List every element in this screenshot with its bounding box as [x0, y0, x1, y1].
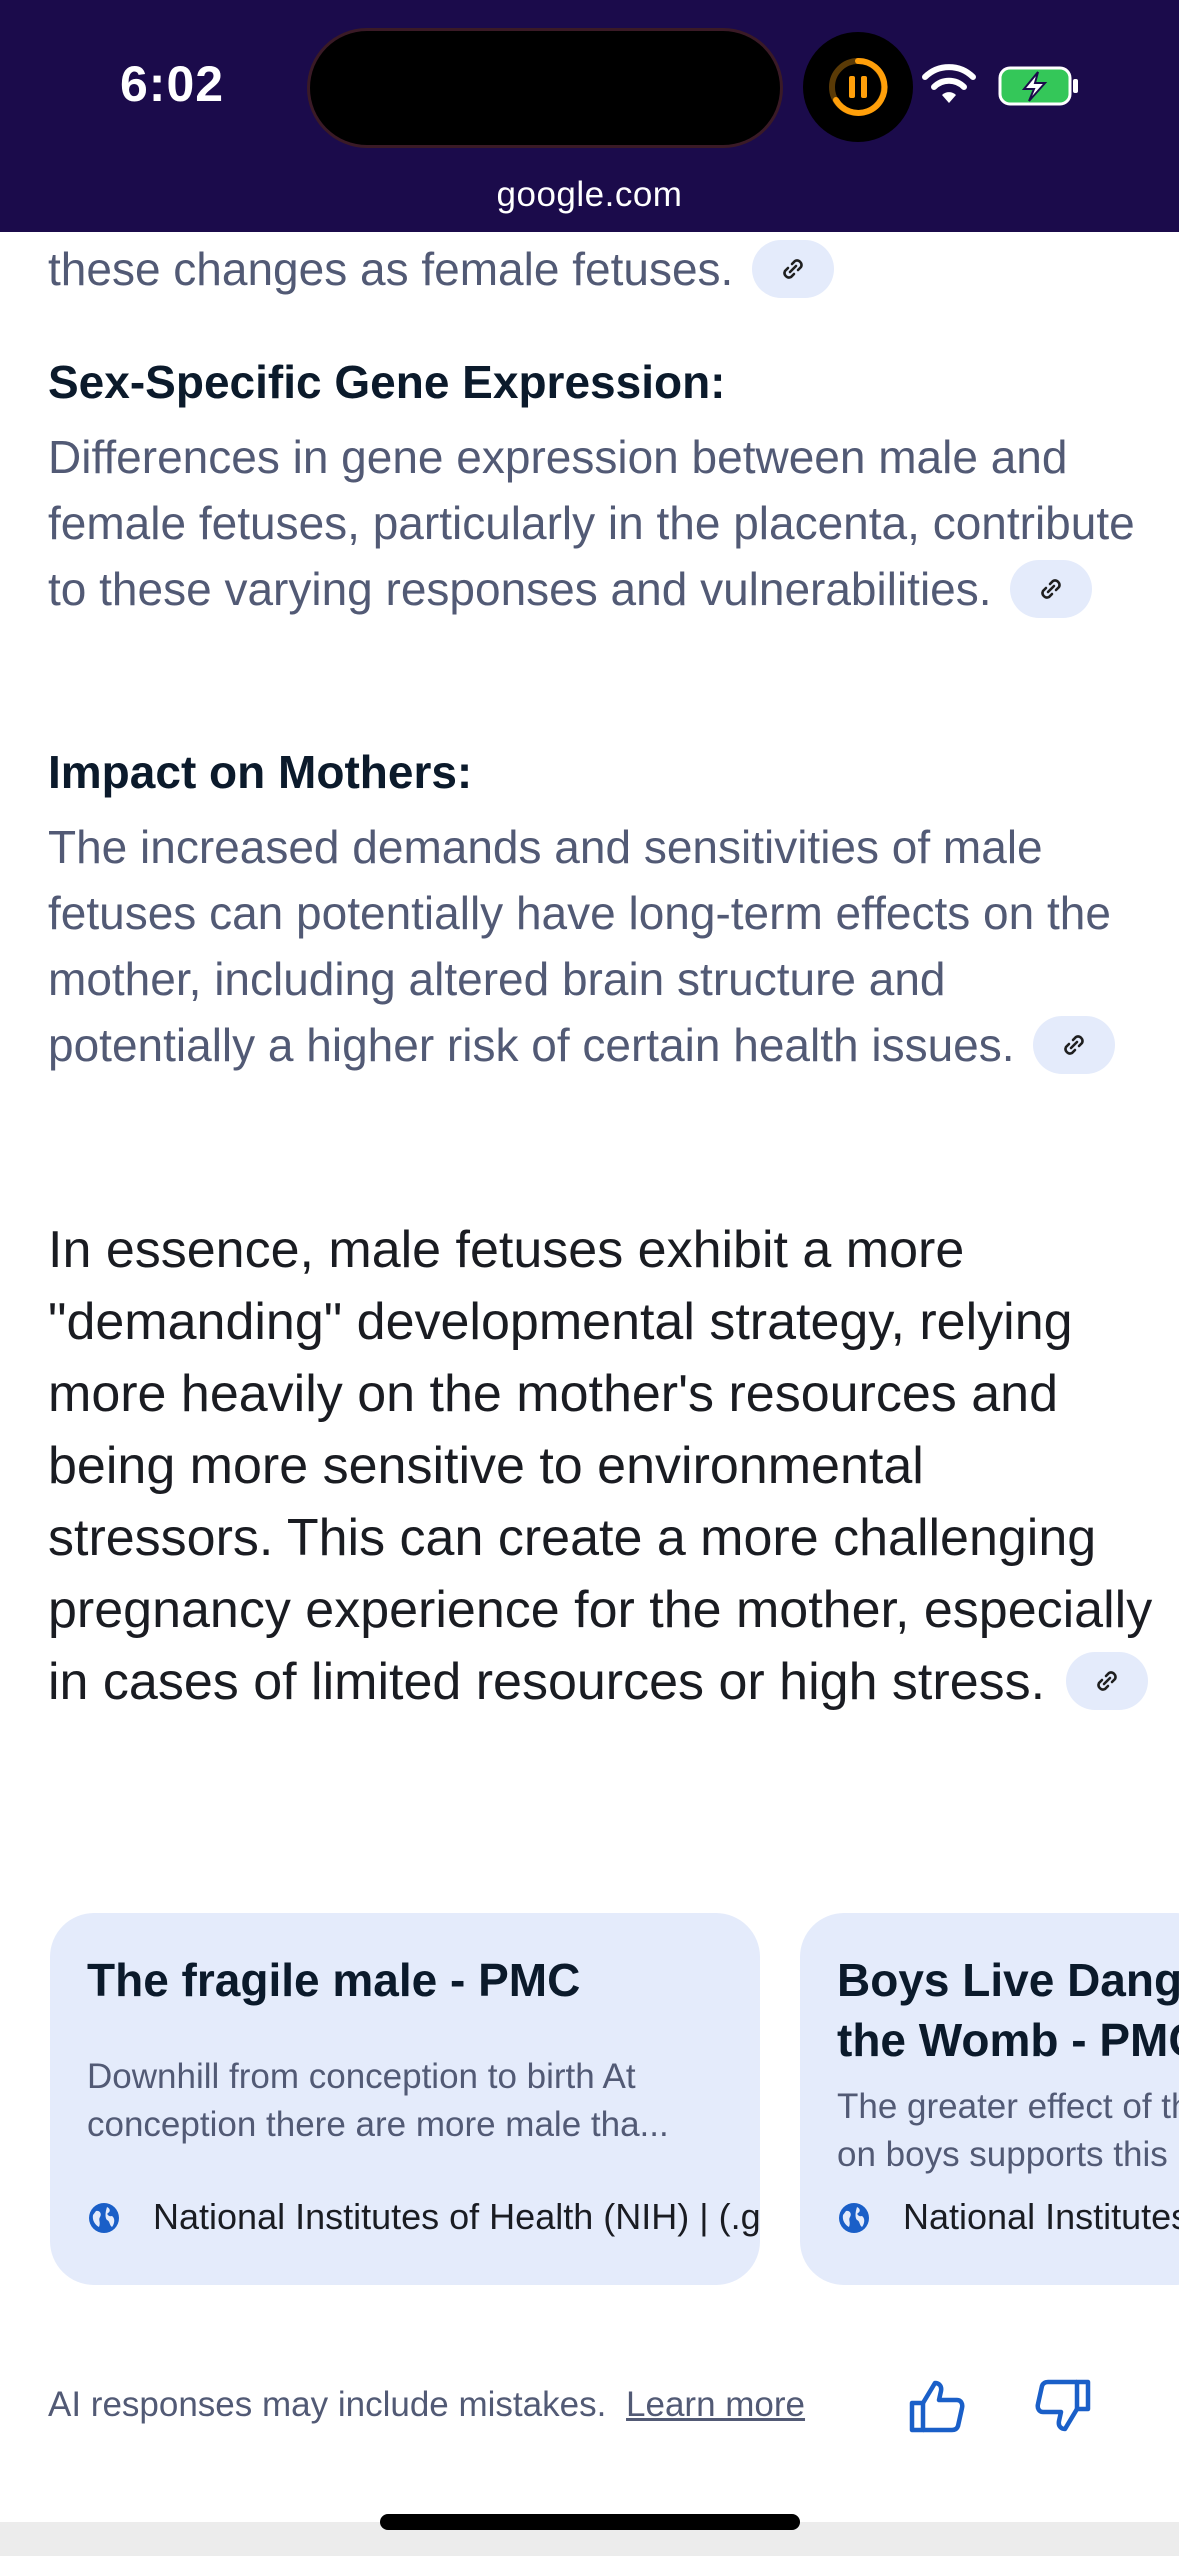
section-heading: Impact on Mothers: — [48, 746, 473, 798]
source-link-chip[interactable] — [1033, 1015, 1116, 1074]
source-card-site: National Institutes of Health (NIH) | (.… — [87, 2195, 760, 2239]
wifi-icon — [922, 64, 976, 103]
source-card-title: The fragile male - PMC — [87, 1954, 581, 2006]
source-card[interactable]: The fragile male - PMC Downhill from con… — [50, 1913, 760, 2285]
section-gene-expression: Sex-Specific Gene Expression: Difference… — [48, 352, 1138, 622]
learn-more-link[interactable]: Learn more — [626, 2385, 805, 2424]
section-body: Differences in gene expression between m… — [48, 424, 1138, 622]
disclaimer-text: AI responses may include mistakes. — [48, 2385, 607, 2424]
ai-disclaimer: AI responses may include mistakes. Learn… — [48, 2380, 805, 2430]
link-icon — [783, 259, 803, 279]
url-label[interactable]: google.com — [0, 175, 1179, 215]
partial-paragraph: these changes as female fetuses. — [48, 236, 835, 302]
globe-icon — [839, 2203, 869, 2233]
summary-paragraph: In essence, male fetuses exhibit a more … — [48, 1214, 1158, 1718]
status-time: 6:02 — [120, 56, 225, 112]
source-card-snippet: Downhill from conception to birth At con… — [87, 2057, 669, 2144]
status-bar: 6:02 google.com — [0, 0, 1179, 232]
home-indicator[interactable] — [380, 2514, 800, 2530]
section-impact-on-mothers: Impact on Mothers: The increased demands… — [48, 742, 1138, 1078]
source-link-chip[interactable] — [1010, 559, 1093, 618]
source-card-snippet: The greater effect of the on boys suppor… — [837, 2087, 1179, 2174]
source-card-title: Boys Live Dangerously in the Womb - PMC — [837, 1954, 1179, 2066]
section-body-text: Differences in gene expression between m… — [48, 431, 1135, 615]
battery-charging-icon — [998, 66, 1078, 106]
source-card[interactable]: Boys Live Dangerously in the Womb - PMC … — [800, 1913, 1179, 2285]
source-card-site: National Institutes of Health — [837, 2195, 1179, 2239]
dynamic-island — [310, 31, 780, 145]
link-icon — [1096, 1671, 1117, 1691]
partial-paragraph-text: these changes as female fetuses. — [48, 243, 734, 295]
section-body: The increased demands and sensitivities … — [48, 814, 1138, 1078]
thumbs-up-icon[interactable] — [906, 2375, 968, 2437]
source-link-chip[interactable] — [752, 239, 835, 298]
section-heading: Sex-Specific Gene Expression: — [48, 356, 726, 408]
source-card-site-name: National Institutes of Health (NIH) | (.… — [153, 2196, 760, 2237]
source-link-chip[interactable] — [1065, 1652, 1148, 1711]
globe-icon — [89, 2203, 119, 2233]
live-activity-timer[interactable] — [803, 32, 913, 142]
summary-text: In essence, male fetuses exhibit a more … — [48, 1221, 1153, 1711]
link-icon — [1041, 579, 1062, 599]
thumbs-down-icon[interactable] — [1032, 2375, 1094, 2437]
pause-timer-icon — [829, 57, 888, 116]
section-body-text: The increased demands and sensitivities … — [48, 821, 1111, 1071]
source-card-site-name: National Institutes of Health — [903, 2196, 1179, 2237]
link-icon — [1064, 1035, 1085, 1055]
